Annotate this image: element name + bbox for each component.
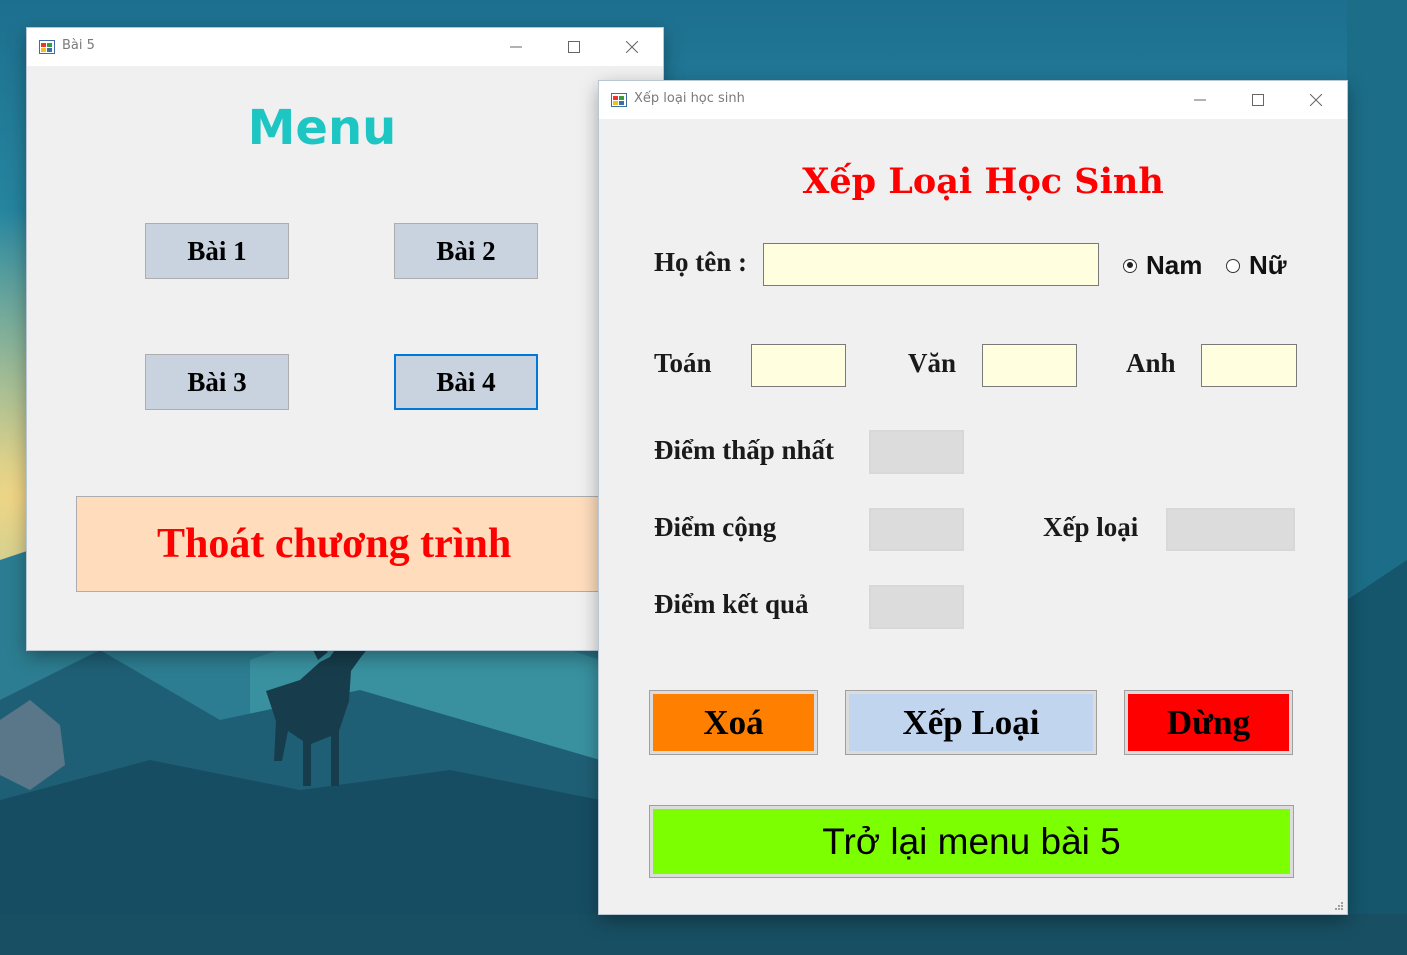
minimize-button[interactable] bbox=[487, 28, 545, 66]
bai-3-button[interactable]: Bài 3 bbox=[145, 354, 289, 410]
gender-nam-label: Nam bbox=[1146, 250, 1203, 280]
radio-checked-icon bbox=[1123, 258, 1137, 273]
gender-nu-label: Nữ bbox=[1249, 250, 1287, 280]
gender-nam-radio[interactable]: Nam bbox=[1123, 250, 1202, 281]
xep-loai-heading: Xếp Loại Học Sinh bbox=[802, 161, 1164, 202]
minimize-icon bbox=[510, 46, 522, 48]
bai-2-button[interactable]: Bài 2 bbox=[394, 223, 538, 279]
maximize-icon bbox=[1252, 94, 1264, 106]
menu-window: Bài 5 Menu Bài 1 Bài 2 Bài 3 Bài 4 Thoát… bbox=[27, 28, 663, 650]
back-to-menu-button[interactable]: Trở lại menu bài 5 bbox=[649, 805, 1294, 878]
gender-nu-radio[interactable]: Nữ bbox=[1226, 250, 1287, 281]
bonus-label: Điểm cộng bbox=[654, 512, 777, 542]
anh-label: Anh bbox=[1126, 348, 1176, 378]
app-icon bbox=[39, 40, 55, 54]
bai-4-button[interactable]: Bài 4 bbox=[394, 354, 538, 410]
toan-label: Toán bbox=[654, 348, 712, 378]
min-score-label: Điểm thấp nhất bbox=[654, 435, 835, 465]
min-score-output bbox=[869, 430, 964, 474]
result-label: Điểm kết quả bbox=[654, 589, 809, 619]
maximize-button[interactable] bbox=[1229, 81, 1287, 119]
minimize-button[interactable] bbox=[1171, 81, 1229, 119]
result-output bbox=[869, 585, 964, 629]
clear-button[interactable]: Xoá bbox=[649, 690, 818, 755]
rank-output bbox=[1166, 508, 1295, 551]
maximize-button[interactable] bbox=[545, 28, 603, 66]
exit-program-button[interactable]: Thoát chương trình bbox=[76, 496, 636, 592]
close-button[interactable] bbox=[1287, 81, 1345, 119]
rank-button[interactable]: Xếp Loại bbox=[845, 690, 1097, 755]
minimize-icon bbox=[1194, 99, 1206, 101]
menu-heading: Menu bbox=[247, 100, 397, 156]
bonus-output bbox=[869, 508, 964, 551]
title-bar[interactable]: Xếp loại học sinh bbox=[599, 81, 1347, 119]
radio-unchecked-icon bbox=[1226, 258, 1240, 273]
bai-1-button[interactable]: Bài 1 bbox=[145, 223, 289, 279]
window-title: Xếp loại học sinh bbox=[634, 91, 745, 106]
resize-grip-icon[interactable] bbox=[1334, 901, 1344, 911]
maximize-icon bbox=[568, 41, 580, 53]
van-label: Văn bbox=[908, 348, 957, 378]
close-icon bbox=[1310, 94, 1322, 106]
name-label: Họ tên : bbox=[654, 247, 747, 277]
toan-input[interactable] bbox=[751, 344, 846, 387]
close-icon bbox=[626, 41, 638, 53]
name-input[interactable] bbox=[763, 243, 1099, 286]
xep-loai-window: Xếp loại học sinh Xếp Loại Học Sinh Họ t… bbox=[599, 81, 1347, 914]
rank-label: Xếp loại bbox=[1043, 512, 1139, 542]
anh-input[interactable] bbox=[1201, 344, 1297, 387]
close-button[interactable] bbox=[603, 28, 661, 66]
title-bar[interactable]: Bài 5 bbox=[27, 28, 663, 66]
window-title: Bài 5 bbox=[62, 38, 95, 53]
van-input[interactable] bbox=[982, 344, 1077, 387]
app-icon bbox=[611, 93, 627, 107]
stop-button[interactable]: Dừng bbox=[1124, 690, 1293, 755]
